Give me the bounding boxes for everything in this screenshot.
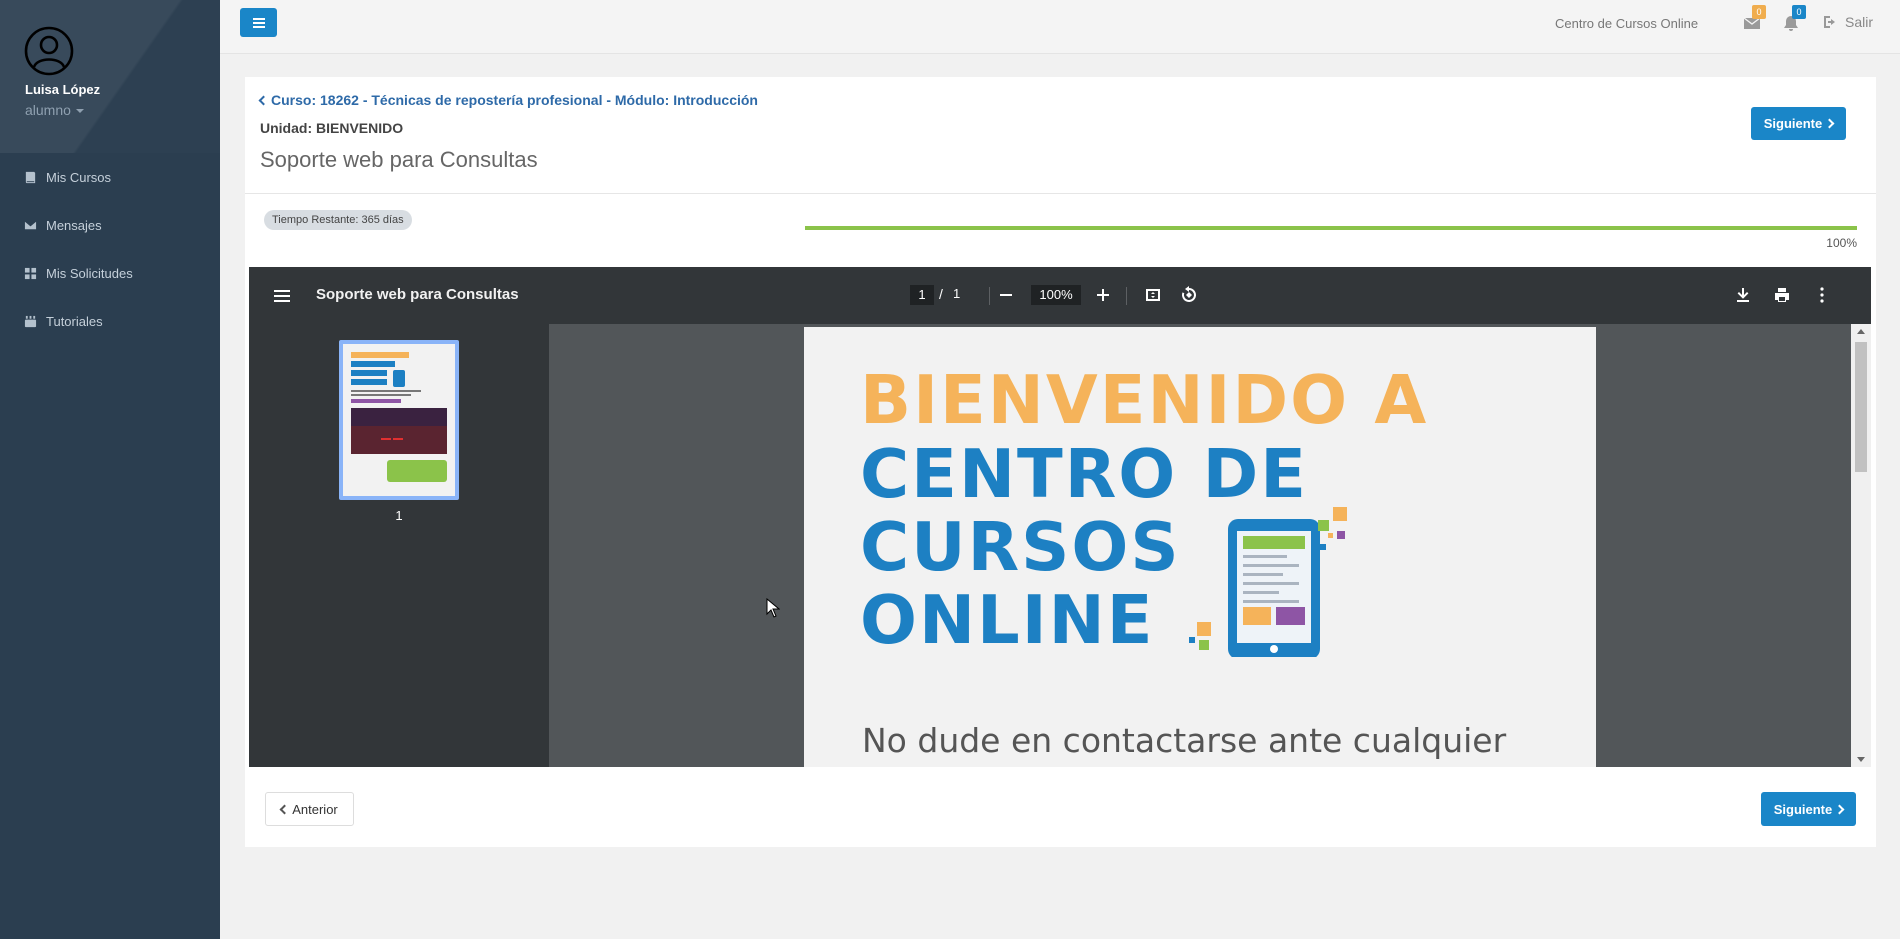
logout-link[interactable]: Salir: [1823, 14, 1873, 30]
sidebar-item-tutoriales[interactable]: Tutoriales: [0, 297, 220, 345]
sidebar-item-mensajes[interactable]: Mensajes: [0, 201, 220, 249]
minus-icon: [1000, 294, 1012, 296]
total-pages: 1: [953, 286, 961, 301]
chevron-left-icon: [279, 804, 290, 814]
fit-page-button[interactable]: [1142, 284, 1164, 306]
pdf-page: BIENVENIDO A CENTRO DE CURSOS ONLINE No …: [804, 327, 1596, 767]
rotate-button[interactable]: [1178, 284, 1200, 306]
caret-down-icon: [75, 109, 84, 114]
pdf-title: Soporte web para Consultas: [316, 286, 519, 303]
thumbnail-page-number: 1: [395, 508, 403, 523]
time-remaining-badge: Tiempo Restante: 365 días: [264, 210, 412, 230]
zoom-in-button[interactable]: [1092, 284, 1114, 306]
next-button-label: Siguiente: [1773, 801, 1833, 817]
next-button-bottom[interactable]: Siguiente: [1761, 792, 1856, 826]
zoom-out-button[interactable]: [995, 284, 1017, 306]
mobile-phone-illustration: [1189, 507, 1347, 657]
download-icon: [1737, 288, 1749, 302]
next-button-top[interactable]: Siguiente: [1751, 107, 1846, 140]
notifications-count-badge: 0: [1792, 5, 1806, 19]
rotate-icon: [1181, 286, 1196, 302]
sign-out-icon: [1824, 16, 1835, 28]
document-heading-line: ONLINE: [860, 581, 1155, 659]
chevron-right-icon: [1824, 118, 1835, 129]
sidebar-item-label: Mis Solicitudes: [46, 265, 133, 281]
thumbnail-pane: 1: [249, 324, 549, 767]
chevron-left-icon: [258, 95, 269, 106]
page-number-input[interactable]: 1: [910, 285, 934, 305]
previous-button-label: Anterior: [292, 801, 338, 817]
document-subtitle: No dude en contactarse ante cualquier: [862, 721, 1507, 760]
more-vertical-icon: [1820, 287, 1824, 303]
youtube-icon: [24, 315, 37, 327]
hamburger-icon: [252, 21, 265, 24]
chevron-right-icon: [1834, 804, 1845, 814]
sidebar-item-label: Tutoriales: [46, 313, 103, 329]
avatar-icon: [24, 26, 74, 76]
previous-button[interactable]: Anterior: [265, 792, 354, 826]
print-button[interactable]: [1771, 284, 1793, 306]
breadcrumb-course-link[interactable]: Curso: 18262 - Técnicas de repostería pr…: [258, 92, 758, 108]
pdf-viewer: Soporte web para Consultas 1 / 1 100% 1 …: [249, 267, 1871, 767]
divider: [245, 193, 1876, 194]
sidebar-item-mis-solicitudes[interactable]: Mis Solicitudes: [0, 249, 220, 297]
scroll-down-arrow-icon[interactable]: [1857, 757, 1865, 762]
plus-icon: [1097, 289, 1109, 301]
scrollbar-thumb[interactable]: [1855, 342, 1867, 472]
site-name: Centro de Cursos Online: [1555, 16, 1699, 31]
document-heading-line: CURSOS: [860, 508, 1181, 586]
book-icon: [25, 171, 36, 183]
user-profile: Luisa López alumno: [0, 0, 220, 153]
sidebar-item-label: Mis Cursos: [46, 169, 112, 185]
unit-label: Unidad: BIENVENIDO: [260, 120, 404, 136]
more-actions-button[interactable]: [1811, 284, 1833, 306]
document-heading-line: CENTRO DE: [860, 435, 1308, 513]
pdf-toolbar: Soporte web para Consultas 1 / 1 100%: [249, 267, 1871, 324]
breadcrumb-text: Curso: 18262 - Técnicas de repostería pr…: [271, 92, 758, 108]
thumbnail-image: [343, 344, 455, 496]
printer-icon: [1775, 288, 1789, 302]
sidebar-toggle-button[interactable]: [240, 8, 277, 37]
page-title: Soporte web para Consultas: [260, 147, 538, 172]
page-thumbnail[interactable]: [339, 340, 459, 500]
progress-label: 100%: [1826, 236, 1857, 250]
document-heading-line: BIENVENIDO A: [860, 361, 1429, 439]
user-role-dropdown[interactable]: alumno: [25, 102, 84, 118]
logout-label: Salir: [1845, 14, 1874, 30]
page-separator: /: [939, 286, 943, 302]
sidebar: Luisa López alumno Mis Cursos Mensajes M…: [0, 0, 220, 939]
sidebar-item-mis-cursos[interactable]: Mis Cursos: [0, 153, 220, 201]
envelope-icon: [24, 221, 37, 229]
vertical-scrollbar[interactable]: [1851, 324, 1871, 767]
scroll-up-arrow-icon[interactable]: [1857, 329, 1865, 334]
toolbar-divider: [989, 287, 990, 305]
user-name: Luisa López: [25, 82, 101, 97]
sidebar-item-label: Mensajes: [46, 217, 102, 233]
messages-count-badge: 0: [1752, 5, 1766, 19]
toolbar-divider: [1126, 287, 1127, 305]
fit-to-page-icon: [1146, 289, 1160, 301]
lesson-card: Curso: 18262 - Técnicas de repostería pr…: [245, 77, 1876, 847]
mouse-cursor-icon: [766, 598, 780, 618]
course-progress-bar: [805, 226, 1857, 230]
sidebar-menu-icon[interactable]: [274, 295, 290, 297]
next-button-label: Siguiente: [1763, 116, 1823, 131]
zoom-level-input[interactable]: 100%: [1031, 285, 1081, 305]
sidebar-nav: Mis Cursos Mensajes Mis Solicitudes Tuto…: [0, 153, 220, 345]
top-navbar: Centro de Cursos Online 0 0 Salir: [220, 0, 1900, 54]
download-button[interactable]: [1732, 284, 1754, 306]
grid-icon: [24, 267, 37, 279]
progress-fill: [805, 226, 1857, 230]
user-role-label: alumno: [25, 102, 71, 118]
